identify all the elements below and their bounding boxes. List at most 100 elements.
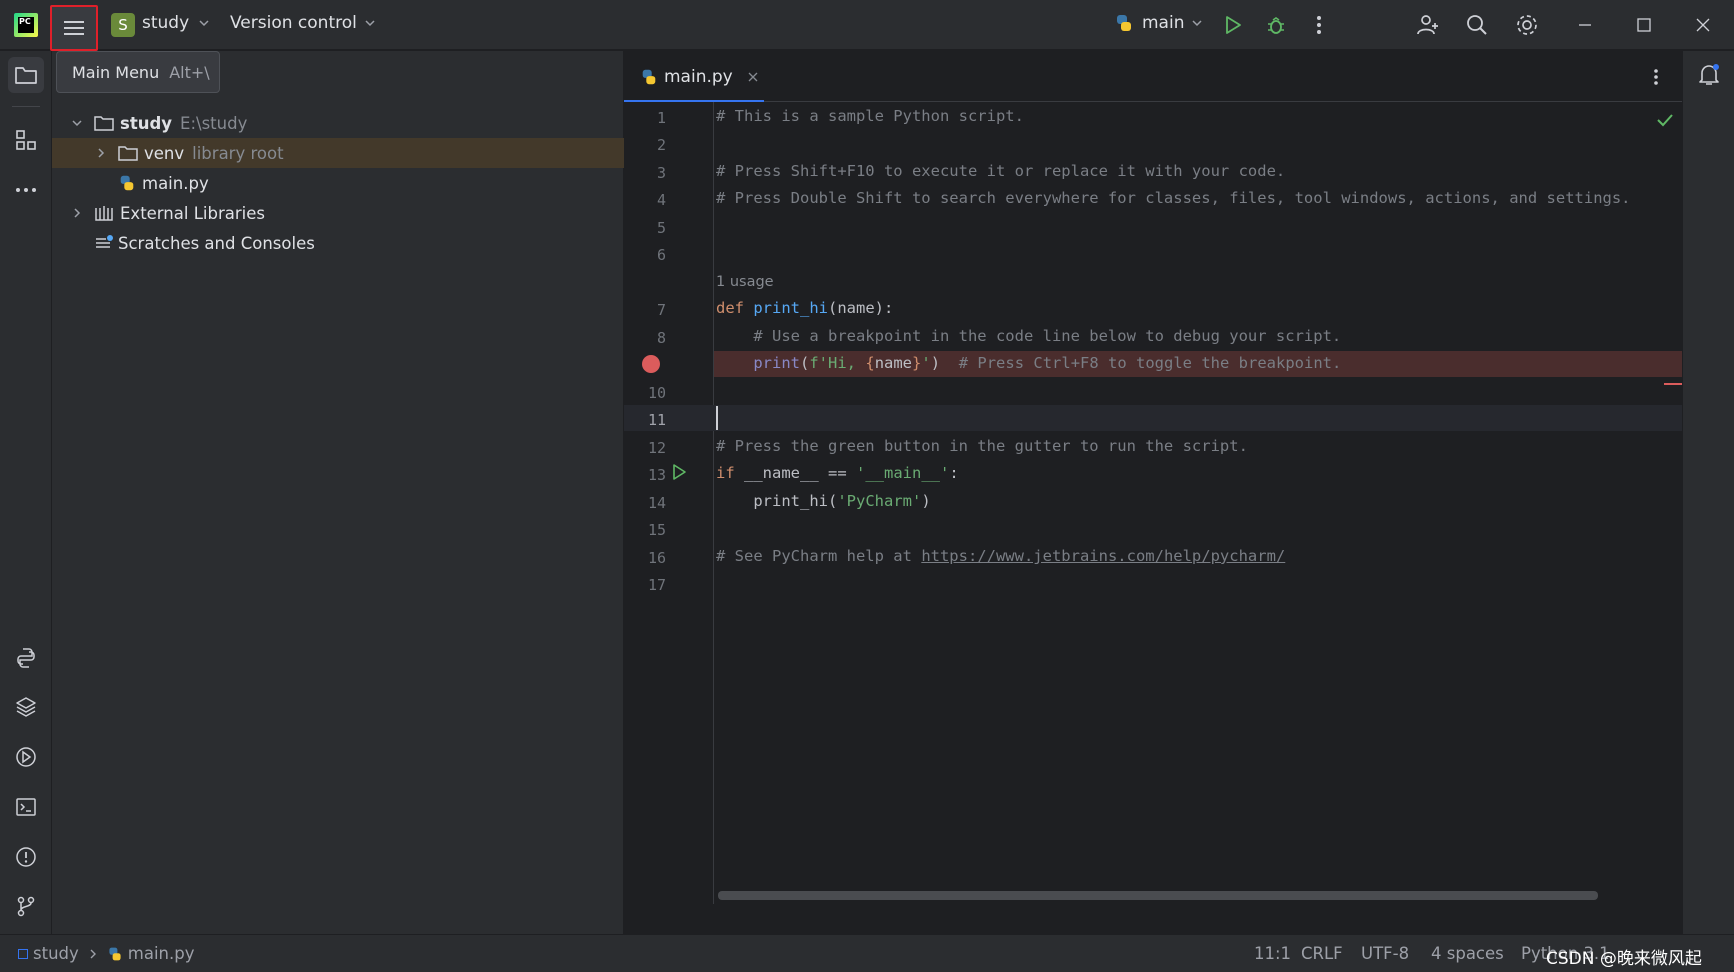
indent-setting[interactable]: 4 spaces [1431,944,1504,963]
python-file-icon [120,175,134,191]
code-line-1: # This is a sample Python script. [716,107,1024,125]
kebab-icon [1317,16,1321,34]
python-console-icon [17,648,35,668]
run-config-name: main [1142,13,1185,33]
run-button[interactable] [1220,12,1246,38]
code-line-16: # See PyCharm help at https://www.jetbra… [716,547,1285,565]
project-switcher[interactable]: study [142,13,211,33]
git-branch-icon [17,896,35,917]
search-everywhere-button[interactable] [1463,11,1491,39]
title-bar: PC S study Version control main [0,0,1734,51]
venv-hint: library root [192,143,284,163]
venv-folder-name: venv [144,143,185,163]
project-panel: study E:\study venv library root main.py… [52,51,624,934]
close-window-button[interactable] [1690,12,1716,38]
bug-icon [1268,17,1284,34]
error-stripe-marker[interactable] [1664,383,1682,385]
line-number: 7 [656,301,666,319]
python-packages-button[interactable] [8,689,44,725]
notifications-button[interactable] [1691,57,1727,93]
vcs-menu[interactable]: Version control [230,13,377,33]
run-gutter-icon[interactable] [670,463,688,481]
folder-icon [94,116,114,131]
line-number: 14 [647,494,666,512]
breakpoint-icon[interactable] [641,354,661,374]
code-lines: # This is a sample Python script. # Pres… [714,102,1682,904]
chevron-right-icon[interactable] [94,146,108,160]
external-libraries-label: External Libraries [120,203,265,223]
python-console-button[interactable] [8,640,44,676]
project-tool-button[interactable] [8,57,44,93]
tree-row-venv[interactable]: venv library root [52,138,624,168]
stripe-divider [12,106,40,107]
more-actions-button[interactable] [1306,12,1332,38]
close-icon [1696,18,1710,32]
chevron-right-icon[interactable] [70,206,84,220]
python-icon [1117,15,1131,31]
line-separator[interactable]: CRLF [1301,944,1343,963]
chevron-down-icon [1192,20,1203,27]
horizontal-scrollbar[interactable] [718,891,1598,900]
line-number: 12 [647,439,666,457]
minimize-button[interactable] [1572,12,1598,38]
minimize-icon [1579,24,1591,26]
line-number: 13 [647,466,666,484]
usage-hint[interactable]: 1 usage [716,274,774,290]
line-number: 16 [647,549,666,567]
tree-row-external-libraries[interactable]: External Libraries [52,198,624,228]
library-icon [95,206,113,221]
scratches-label: Scratches and Consoles [118,233,315,253]
check-icon[interactable] [1656,112,1674,128]
line-number: 15 [647,521,666,539]
status-bar: study main.py 11:1 CRLF UTF-8 4 spaces P… [0,934,1734,972]
debug-button[interactable] [1263,12,1289,38]
code-with-me-button[interactable] [1414,11,1442,39]
folder-icon [15,67,37,84]
chevron-down-icon [365,20,375,27]
line-number: 10 [647,384,666,402]
file-encoding[interactable]: UTF-8 [1361,944,1409,963]
code-token: ) [921,492,931,510]
vcs-label: Version control [230,13,357,33]
tooltip-label: Main Menu [72,62,160,82]
module-icon [18,948,28,959]
tree-row-scratches[interactable]: Scratches and Consoles [52,228,624,258]
tab-main-py[interactable]: main.py [624,51,764,103]
tree-row-main-py[interactable]: main.py [52,168,624,198]
main-menu-button[interactable] [50,5,98,51]
terminal-button[interactable] [8,789,44,825]
breadcrumb-project[interactable]: study [33,944,79,963]
comment-token: # Press Ctrl+F8 to toggle the breakpoint… [940,354,1342,372]
string-token: 'PyCharm' [837,492,922,510]
structure-tool-button[interactable] [8,122,44,158]
string-token: f'Hi, [809,354,866,372]
help-link[interactable]: https://www.jetbrains.com/help/pycharm/ [921,547,1285,565]
maximize-button[interactable] [1631,12,1657,38]
string-token: ' [921,354,931,372]
line-number: 6 [656,246,666,264]
code-token: ) [930,354,941,372]
pycharm-logo-icon: PC [14,13,38,37]
code-line-9: print(f'Hi, {name}') # Press Ctrl+F8 to … [716,354,1341,372]
close-tab-icon[interactable] [747,71,759,83]
tree-row-root[interactable]: study E:\study [52,108,624,138]
caret-position[interactable]: 11:1 [1254,944,1291,963]
editor-tab-options-button[interactable] [1644,65,1668,89]
ellipsis-icon [16,188,36,192]
python-file-icon [109,947,121,960]
chevron-down-icon[interactable] [70,116,84,130]
git-button[interactable] [8,888,44,924]
run-config-selector[interactable]: main [1114,13,1204,33]
code-token: name [874,354,913,372]
problems-button[interactable] [8,839,44,875]
breadcrumb-file[interactable]: main.py [128,944,195,963]
code-line-4: # Press Double Shift to search everywher… [716,189,1631,207]
watermark-text: CSDN @晚来微风起 [1546,949,1702,969]
left-tool-stripe [0,51,52,934]
more-tools-button[interactable] [8,172,44,208]
warning-circle-icon [16,847,36,867]
services-button[interactable] [8,739,44,775]
settings-button[interactable] [1513,11,1541,39]
tab-label: main.py [664,66,733,87]
